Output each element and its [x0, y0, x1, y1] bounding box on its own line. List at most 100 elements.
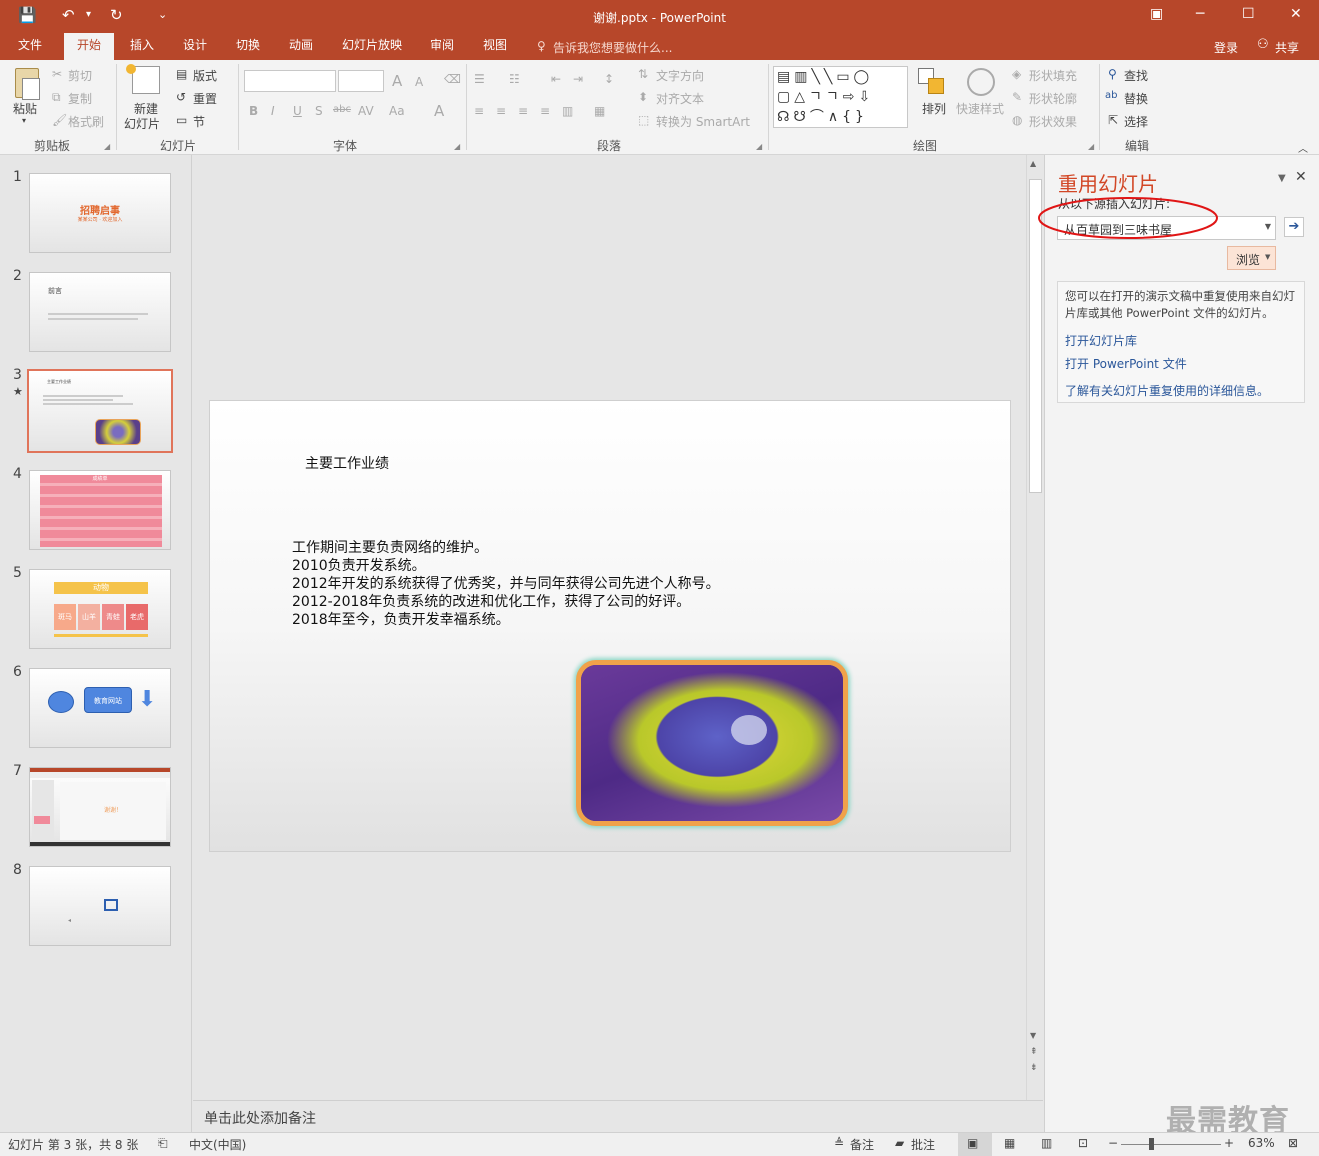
collapse-ribbon-icon[interactable]: ︿ — [1298, 140, 1308, 155]
language-indicator[interactable]: 中文(中国) — [189, 1136, 246, 1153]
minimize-icon[interactable]: ─ — [1196, 6, 1204, 22]
shapes-gallery[interactable]: ▤▥╲╲▭◯ ▢△ㄱㄱ⇨⇩ ☊☋⌒∧{} — [773, 66, 908, 128]
new-slide-icon[interactable] — [132, 66, 160, 94]
zoom-out-icon[interactable]: − — [1108, 1136, 1118, 1150]
bullets-icon[interactable]: ☰ — [474, 72, 485, 86]
tell-me-input[interactable]: 告诉我您想要做什么... — [553, 39, 672, 56]
smartart-button[interactable]: 转换为 SmartArt — [656, 113, 750, 130]
line-spacing-icon[interactable]: ↕ — [604, 72, 614, 86]
shadow-button[interactable]: S — [315, 104, 323, 118]
thumbnail-slide-5[interactable]: 动物 斑马 山羊 青蛙 老虎 — [29, 569, 171, 649]
shape-outline-button[interactable]: 形状轮廓 — [1029, 90, 1077, 107]
char-spacing-button[interactable]: AV — [358, 104, 374, 118]
find-button[interactable]: 查找 — [1124, 67, 1148, 84]
thumbnail-slide-2[interactable]: 前言 — [29, 272, 171, 352]
zoom-slider[interactable] — [1121, 1144, 1221, 1145]
ribbon-display-icon[interactable]: ▣ — [1150, 6, 1163, 22]
pane-close-icon[interactable]: ✕ — [1295, 169, 1307, 185]
grow-font-icon[interactable]: A — [392, 72, 402, 90]
slideshow-icon[interactable]: ⊡ — [1078, 1136, 1088, 1150]
align-right-icon[interactable]: ≡ — [518, 104, 528, 118]
accessibility-icon[interactable]: ⎗ — [158, 1136, 168, 1151]
notes-placeholder[interactable]: 单击此处添加备注 — [204, 1108, 316, 1128]
browse-button[interactable]: 浏览 ▼ — [1227, 246, 1276, 270]
columns-icon[interactable]: ▦ — [594, 104, 605, 118]
layout-button[interactable]: 版式 — [193, 67, 217, 84]
go-arrow-icon[interactable]: ➔ — [1284, 217, 1304, 237]
tab-file[interactable]: 文件 — [8, 33, 52, 60]
share-button[interactable]: 共享 — [1275, 39, 1299, 56]
scroll-up-icon[interactable]: ▲ — [1030, 159, 1036, 168]
close-window-icon[interactable]: ✕ — [1290, 6, 1302, 22]
thumbnail-slide-3[interactable]: 主要工作业绩 — [27, 369, 173, 453]
align-center-icon[interactable]: ≡ — [496, 104, 506, 118]
thumbnail-slide-4[interactable]: 成绩单 — [29, 470, 171, 550]
bold-button[interactable]: B — [249, 104, 258, 118]
reset-button[interactable]: 重置 — [193, 90, 217, 107]
select-button[interactable]: 选择 — [1124, 113, 1148, 130]
signin-link[interactable]: 登录 — [1214, 39, 1238, 56]
copy-button[interactable]: 复制 — [68, 90, 92, 107]
section-button[interactable]: 节 — [193, 113, 205, 130]
font-name-box[interactable] — [244, 70, 336, 92]
font-launcher-icon[interactable]: ◢ — [454, 142, 460, 151]
italic-button[interactable]: I — [271, 104, 275, 118]
format-painter-button[interactable]: 格式刷 — [68, 113, 104, 130]
underline-button[interactable]: U — [293, 104, 302, 118]
increase-indent-icon[interactable]: ⇥ — [573, 72, 583, 86]
fit-to-window-icon[interactable]: ⊠ — [1288, 1136, 1298, 1150]
pane-options-icon[interactable]: ▼ — [1278, 173, 1286, 184]
thumbnail-slide-8[interactable]: ◂ — [29, 866, 171, 946]
current-slide[interactable]: 主要工作业绩 工作期间主要负责网络的维护。 2010负责开发系统。 2012年开… — [209, 400, 1011, 852]
drawing-launcher-icon[interactable]: ◢ — [1088, 142, 1094, 151]
slide-picture[interactable] — [576, 660, 848, 826]
open-powerpoint-file-link[interactable]: 打开 PowerPoint 文件 — [1065, 355, 1187, 372]
text-direction-button[interactable]: 文字方向 — [656, 67, 704, 84]
scroll-down-icon[interactable]: ▼ — [1030, 1031, 1036, 1040]
tab-transitions[interactable]: 切换 — [226, 33, 270, 60]
previous-slide-icon[interactable]: ⇞ — [1030, 1047, 1038, 1057]
font-color-button[interactable]: A — [434, 102, 444, 120]
zoom-slider-thumb[interactable] — [1149, 1138, 1154, 1150]
shape-effects-button[interactable]: 形状效果 — [1029, 113, 1077, 130]
thumbnail-slide-1[interactable]: 招聘启事 某某公司 · 欢迎加入 — [29, 173, 171, 253]
paragraph-launcher-icon[interactable]: ◢ — [756, 142, 762, 151]
justify-icon[interactable]: ≡ — [540, 104, 550, 118]
tab-view[interactable]: 视图 — [473, 33, 517, 60]
clear-format-icon[interactable]: ⌫ — [444, 72, 461, 86]
notes-toggle[interactable]: 备注 — [850, 1136, 874, 1153]
editor-scrollbar[interactable]: ▲ ▼ ⇞ ⇟ — [1026, 155, 1043, 1100]
slide-title[interactable]: 主要工作业绩 — [305, 453, 389, 473]
clipboard-launcher-icon[interactable]: ◢ — [104, 142, 110, 151]
maximize-icon[interactable]: ☐ — [1242, 6, 1255, 22]
arrange-button[interactable]: 排列 — [922, 100, 946, 117]
tab-design[interactable]: 设计 — [173, 33, 217, 60]
align-left-icon[interactable]: ≡ — [474, 104, 484, 118]
slide-body[interactable]: 工作期间主要负责网络的维护。 2010负责开发系统。 2012年开发的系统获得了… — [292, 539, 720, 629]
reading-view-icon[interactable]: ▥ — [1041, 1136, 1052, 1150]
font-size-box[interactable] — [338, 70, 384, 92]
distributed-icon[interactable]: ▥ — [562, 104, 573, 118]
tab-insert[interactable]: 插入 — [120, 33, 164, 60]
arrange-icon[interactable] — [918, 68, 946, 96]
tab-slideshow[interactable]: 幻灯片放映 — [332, 33, 412, 60]
quick-styles-button[interactable]: 快速样式 — [956, 100, 1004, 117]
decrease-indent-icon[interactable]: ⇤ — [551, 72, 561, 86]
thumbnail-slide-7[interactable]: 谢谢！ — [29, 767, 171, 847]
open-slide-library-link[interactable]: 打开幻灯片库 — [1065, 332, 1137, 349]
new-slide-label-2[interactable]: 幻灯片 — [124, 115, 160, 132]
replace-button[interactable]: 替换 — [1124, 90, 1148, 107]
cut-button[interactable]: 剪切 — [68, 67, 92, 84]
source-dropdown-icon[interactable]: ▼ — [1265, 222, 1271, 231]
tab-home[interactable]: 开始 — [64, 33, 114, 60]
paste-button[interactable] — [12, 68, 42, 102]
zoom-level[interactable]: 63% — [1248, 1136, 1275, 1150]
numbering-icon[interactable]: ☷ — [509, 72, 520, 86]
change-case-button[interactable]: Aa — [389, 104, 405, 118]
strikethrough-button[interactable]: abc — [333, 104, 351, 115]
next-slide-icon[interactable]: ⇟ — [1030, 1063, 1038, 1073]
tab-animations[interactable]: 动画 — [279, 33, 323, 60]
thumbnail-slide-6[interactable]: 教育网站 ⬇ — [29, 668, 171, 748]
learn-more-link[interactable]: 了解有关幻灯片重复使用的详细信息。 — [1065, 382, 1269, 399]
slide-sorter-icon[interactable]: ▦ — [1004, 1136, 1015, 1150]
